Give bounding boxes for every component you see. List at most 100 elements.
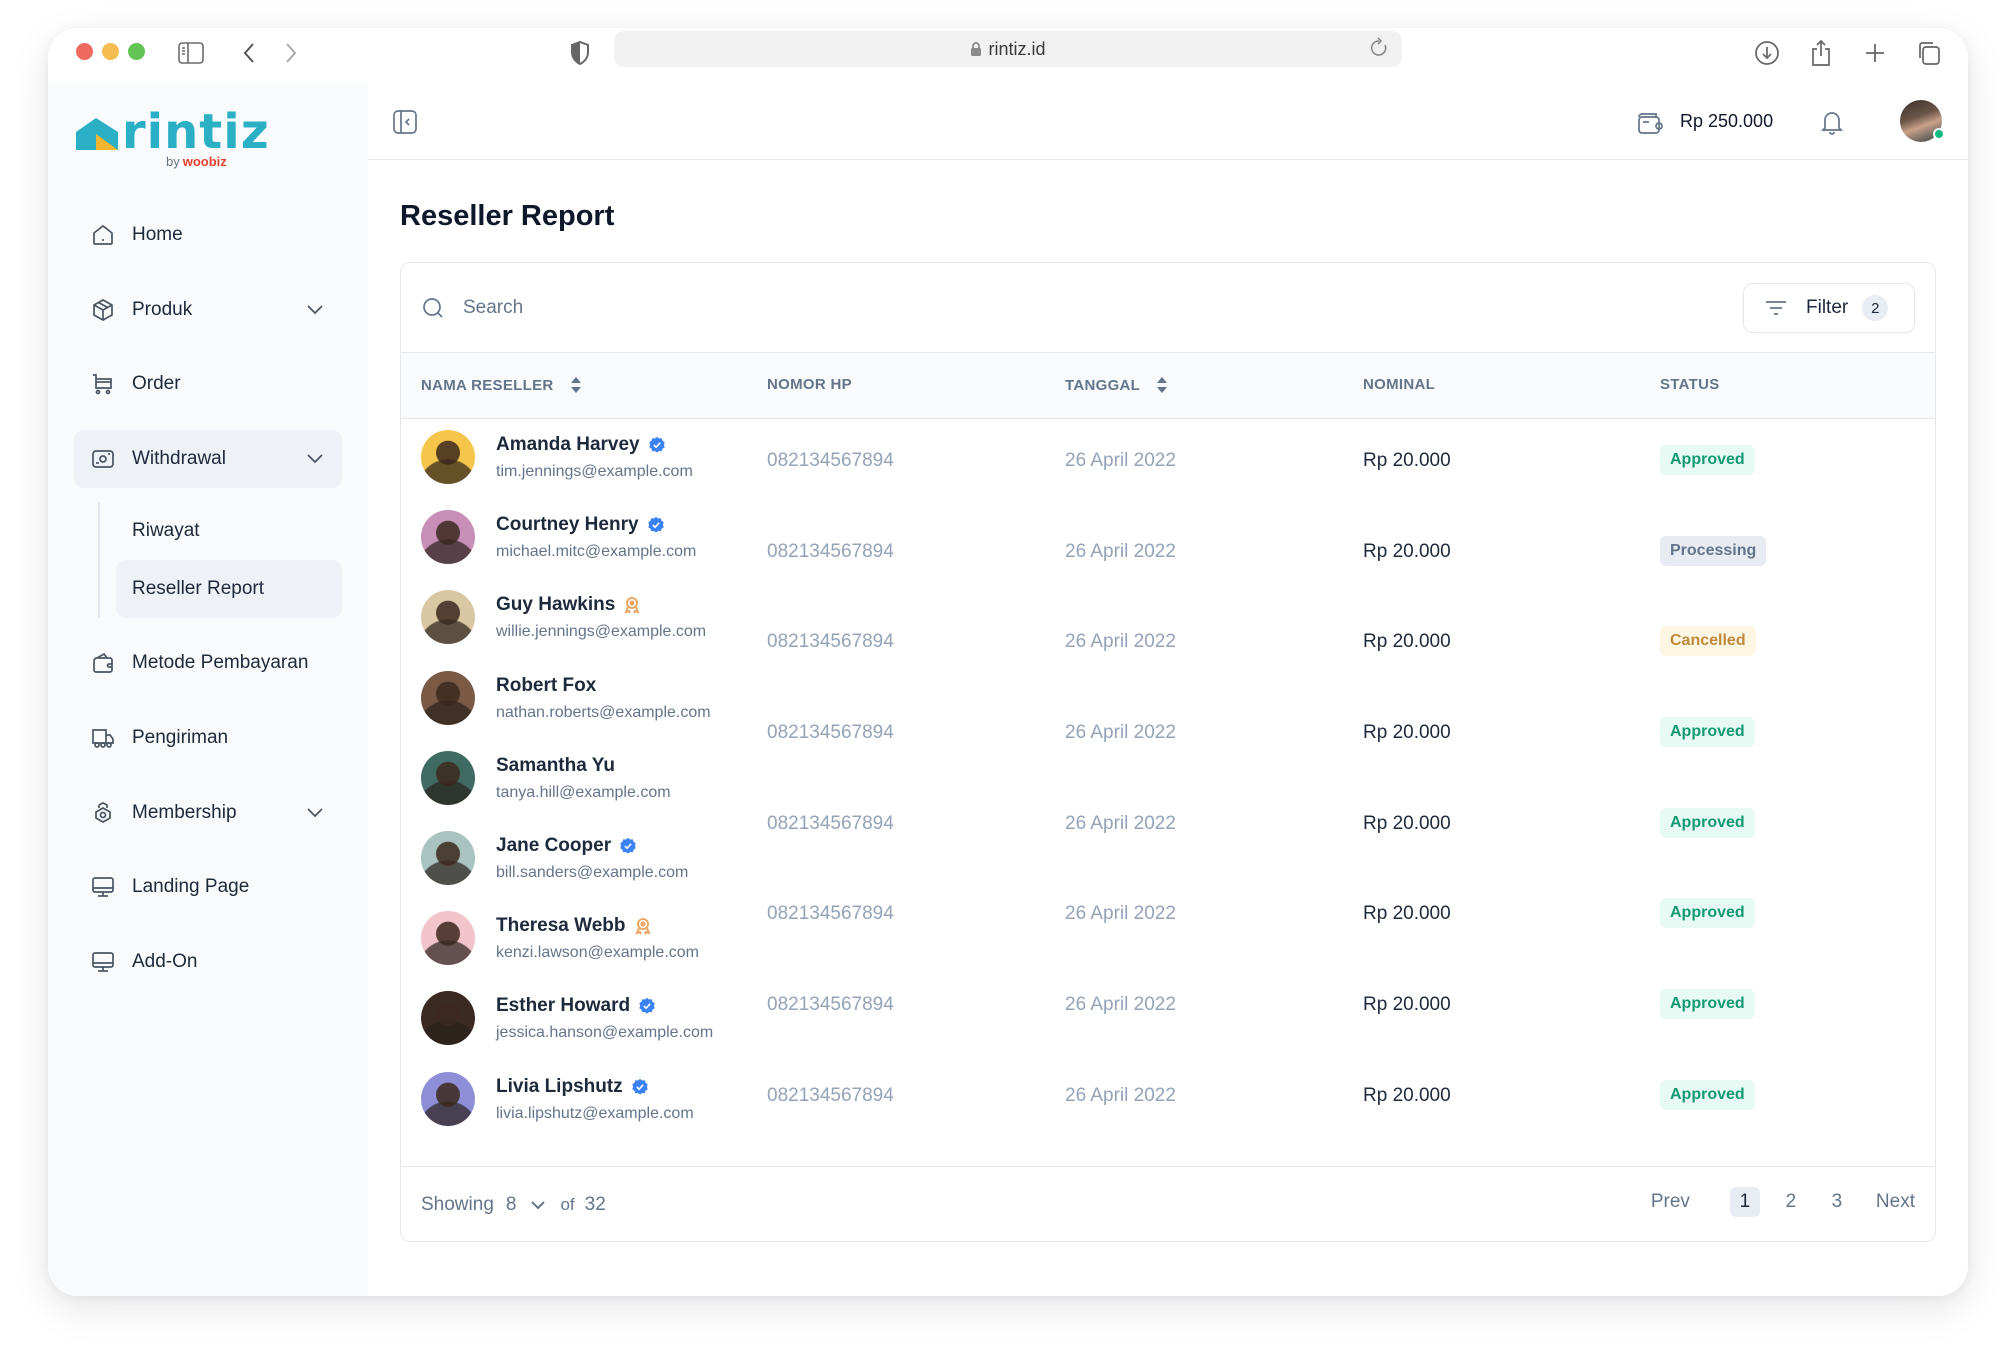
page-title: Reseller Report [400,200,615,232]
column-header-nominal: NOMINAL [1363,376,1436,393]
table-row[interactable]: 082134567894 26 April 2022 Rp 20.000 Approv… [401,430,1935,521]
notification-bell-icon[interactable] [1820,108,1844,141]
sidebar-item-order[interactable]: Order [74,355,342,413]
chevron-down-icon[interactable] [306,803,324,825]
sidebar-item-produk[interactable]: Produk [74,281,342,339]
next-page-button[interactable]: Next [1876,1191,1915,1213]
sidebar-item-add-on[interactable]: Add-On [74,933,342,991]
wallet-icon [90,650,116,676]
phone-number-cell: 082134567894 [767,812,894,834]
sidebar-subitem-riwayat[interactable]: Riwayat [116,502,342,560]
nominal-cell: Rp 20.000 [1363,540,1451,562]
forward-icon[interactable] [276,38,306,68]
table-row[interactable]: 082134567894 26 April 2022 Rp 20.000 Proces… [401,521,1935,612]
tab-overview-icon[interactable] [1914,38,1944,68]
date-cell: 26 April 2022 [1065,812,1176,834]
column-header-tanggal[interactable]: TANGGAL [1065,376,1168,394]
phone-number-cell: 082134567894 [767,1084,894,1106]
column-header-status: STATUS [1660,376,1720,393]
date-cell: 26 April 2022 [1065,903,1176,925]
privacy-shield-icon[interactable] [565,38,595,68]
phone-number-cell: 082134567894 [767,631,894,653]
home-icon [90,222,116,248]
sidebar-toggle-icon[interactable] [176,38,206,68]
filter-count-badge: 2 [1862,295,1889,321]
sidebar-item-label: Add-On [132,950,198,972]
sidebar-item-label: Pengiriman [132,726,229,748]
sidebar-item-home[interactable]: Home [74,206,342,264]
phone-number-cell: 082134567894 [767,450,894,471]
cart-icon [90,371,116,397]
sort-icon[interactable] [1156,376,1168,394]
sidebar-item-label: Withdrawal [132,447,226,469]
pagination: Prev 1 2 3 Next [1651,1187,1915,1217]
nominal-cell: Rp 20.000 [1363,812,1451,834]
collapse-sidebar-icon[interactable] [392,109,418,140]
page-button-3[interactable]: 3 [1822,1187,1852,1217]
search-input[interactable] [463,289,1363,327]
sidebar-item-pengiriman[interactable]: Pengiriman [74,709,342,767]
sidebar-item-label: Landing Page [132,876,250,898]
table-row[interactable]: 082134567894 26 April 2022 Rp 20.000 Approv… [401,974,1935,1065]
search-icon [421,296,445,325]
sidebar-item-label: Home [132,224,183,245]
minimize-window-button[interactable] [102,43,119,60]
app-header: Rp 250.000 [368,84,1968,160]
table-row[interactable]: 082134567894 26 April 2022 Rp 20.000 Cancel… [401,611,1935,702]
sidebar-item-withdrawal[interactable]: Withdrawal [74,429,342,488]
status-badge: Approved [1660,898,1755,929]
sort-icon[interactable] [570,376,582,394]
page-button-1[interactable]: 1 [1729,1187,1760,1217]
main-content: Reseller Report Filter 2 NAMA RESELLER [368,160,1968,1296]
page-button-2[interactable]: 2 [1776,1187,1806,1217]
filter-button[interactable]: Filter 2 [1743,283,1915,333]
rintiz-logo[interactable]: rintiz by woobiz [74,104,269,170]
monitor-icon [90,949,116,975]
sidebar-item-membership[interactable]: Membership [74,784,342,842]
new-tab-icon[interactable] [1860,38,1890,68]
back-icon[interactable] [234,38,264,68]
column-header-nama-reseller[interactable]: NAMA RESELLER [421,376,582,394]
brand-name: rintiz [122,104,270,160]
status-badge: Cancelled [1660,626,1756,657]
truck-icon [90,725,116,751]
sidebar-item-landing-page[interactable]: Landing Page [74,858,342,916]
filter-label: Filter [1806,297,1849,318]
date-cell: 26 April 2022 [1065,540,1176,562]
filter-icon [1764,299,1788,317]
download-icon[interactable] [1752,38,1782,68]
user-avatar[interactable] [1900,100,1945,142]
table-row[interactable]: 082134567894 26 April 2022 Rp 20.000 Approv… [401,793,1935,884]
wallet-icon[interactable] [1636,110,1664,141]
chevron-down-icon[interactable] [306,300,324,322]
maximize-window-button[interactable] [128,43,145,60]
withdrawal-icon [90,446,116,472]
browser-toolbar: rintiz.id [48,28,1968,84]
address-bar[interactable]: rintiz.id [614,31,1402,67]
search-bar: Filter 2 [401,263,1935,353]
table-row[interactable]: 082134567894 26 April 2022 Rp 20.000 Approv… [401,883,1935,974]
of-label: of [560,1195,575,1214]
chevron-down-icon[interactable] [306,449,324,471]
phone-number-cell: 082134567894 [767,540,894,562]
status-badge: Approved [1660,1079,1755,1110]
balance-amount[interactable]: Rp 250.000 [1680,111,1773,132]
sidebar-nav: Home Produk Order Withdrawal Riwayat Res… [74,206,342,1007]
sidebar-item-label: Order [132,373,181,395]
reload-icon[interactable] [1370,37,1390,64]
phone-number-cell: 082134567894 [767,903,894,925]
phone-number-cell: 082134567894 [767,722,894,744]
sidebar-subitem-reseller-report[interactable]: Reseller Report [116,560,342,619]
date-cell: 26 April 2022 [1065,450,1176,471]
nominal-cell: Rp 20.000 [1363,722,1451,744]
close-window-button[interactable] [76,43,93,60]
prev-page-button[interactable]: Prev [1651,1191,1690,1213]
table-row[interactable]: 082134567894 26 April 2022 Rp 20.000 Approv… [401,702,1935,793]
sidebar-item-label: Membership [132,801,237,823]
share-icon[interactable] [1806,38,1836,68]
table-row[interactable]: 082134567894 26 April 2022 Rp 20.000 Approv… [401,1065,1935,1156]
brand-byline: by woobiz [166,154,227,169]
sidebar-item-metode-pembayaran[interactable]: Metode Pembayaran [74,634,342,692]
page-size-select[interactable]: 8 [506,1194,547,1216]
date-cell: 26 April 2022 [1065,722,1176,744]
